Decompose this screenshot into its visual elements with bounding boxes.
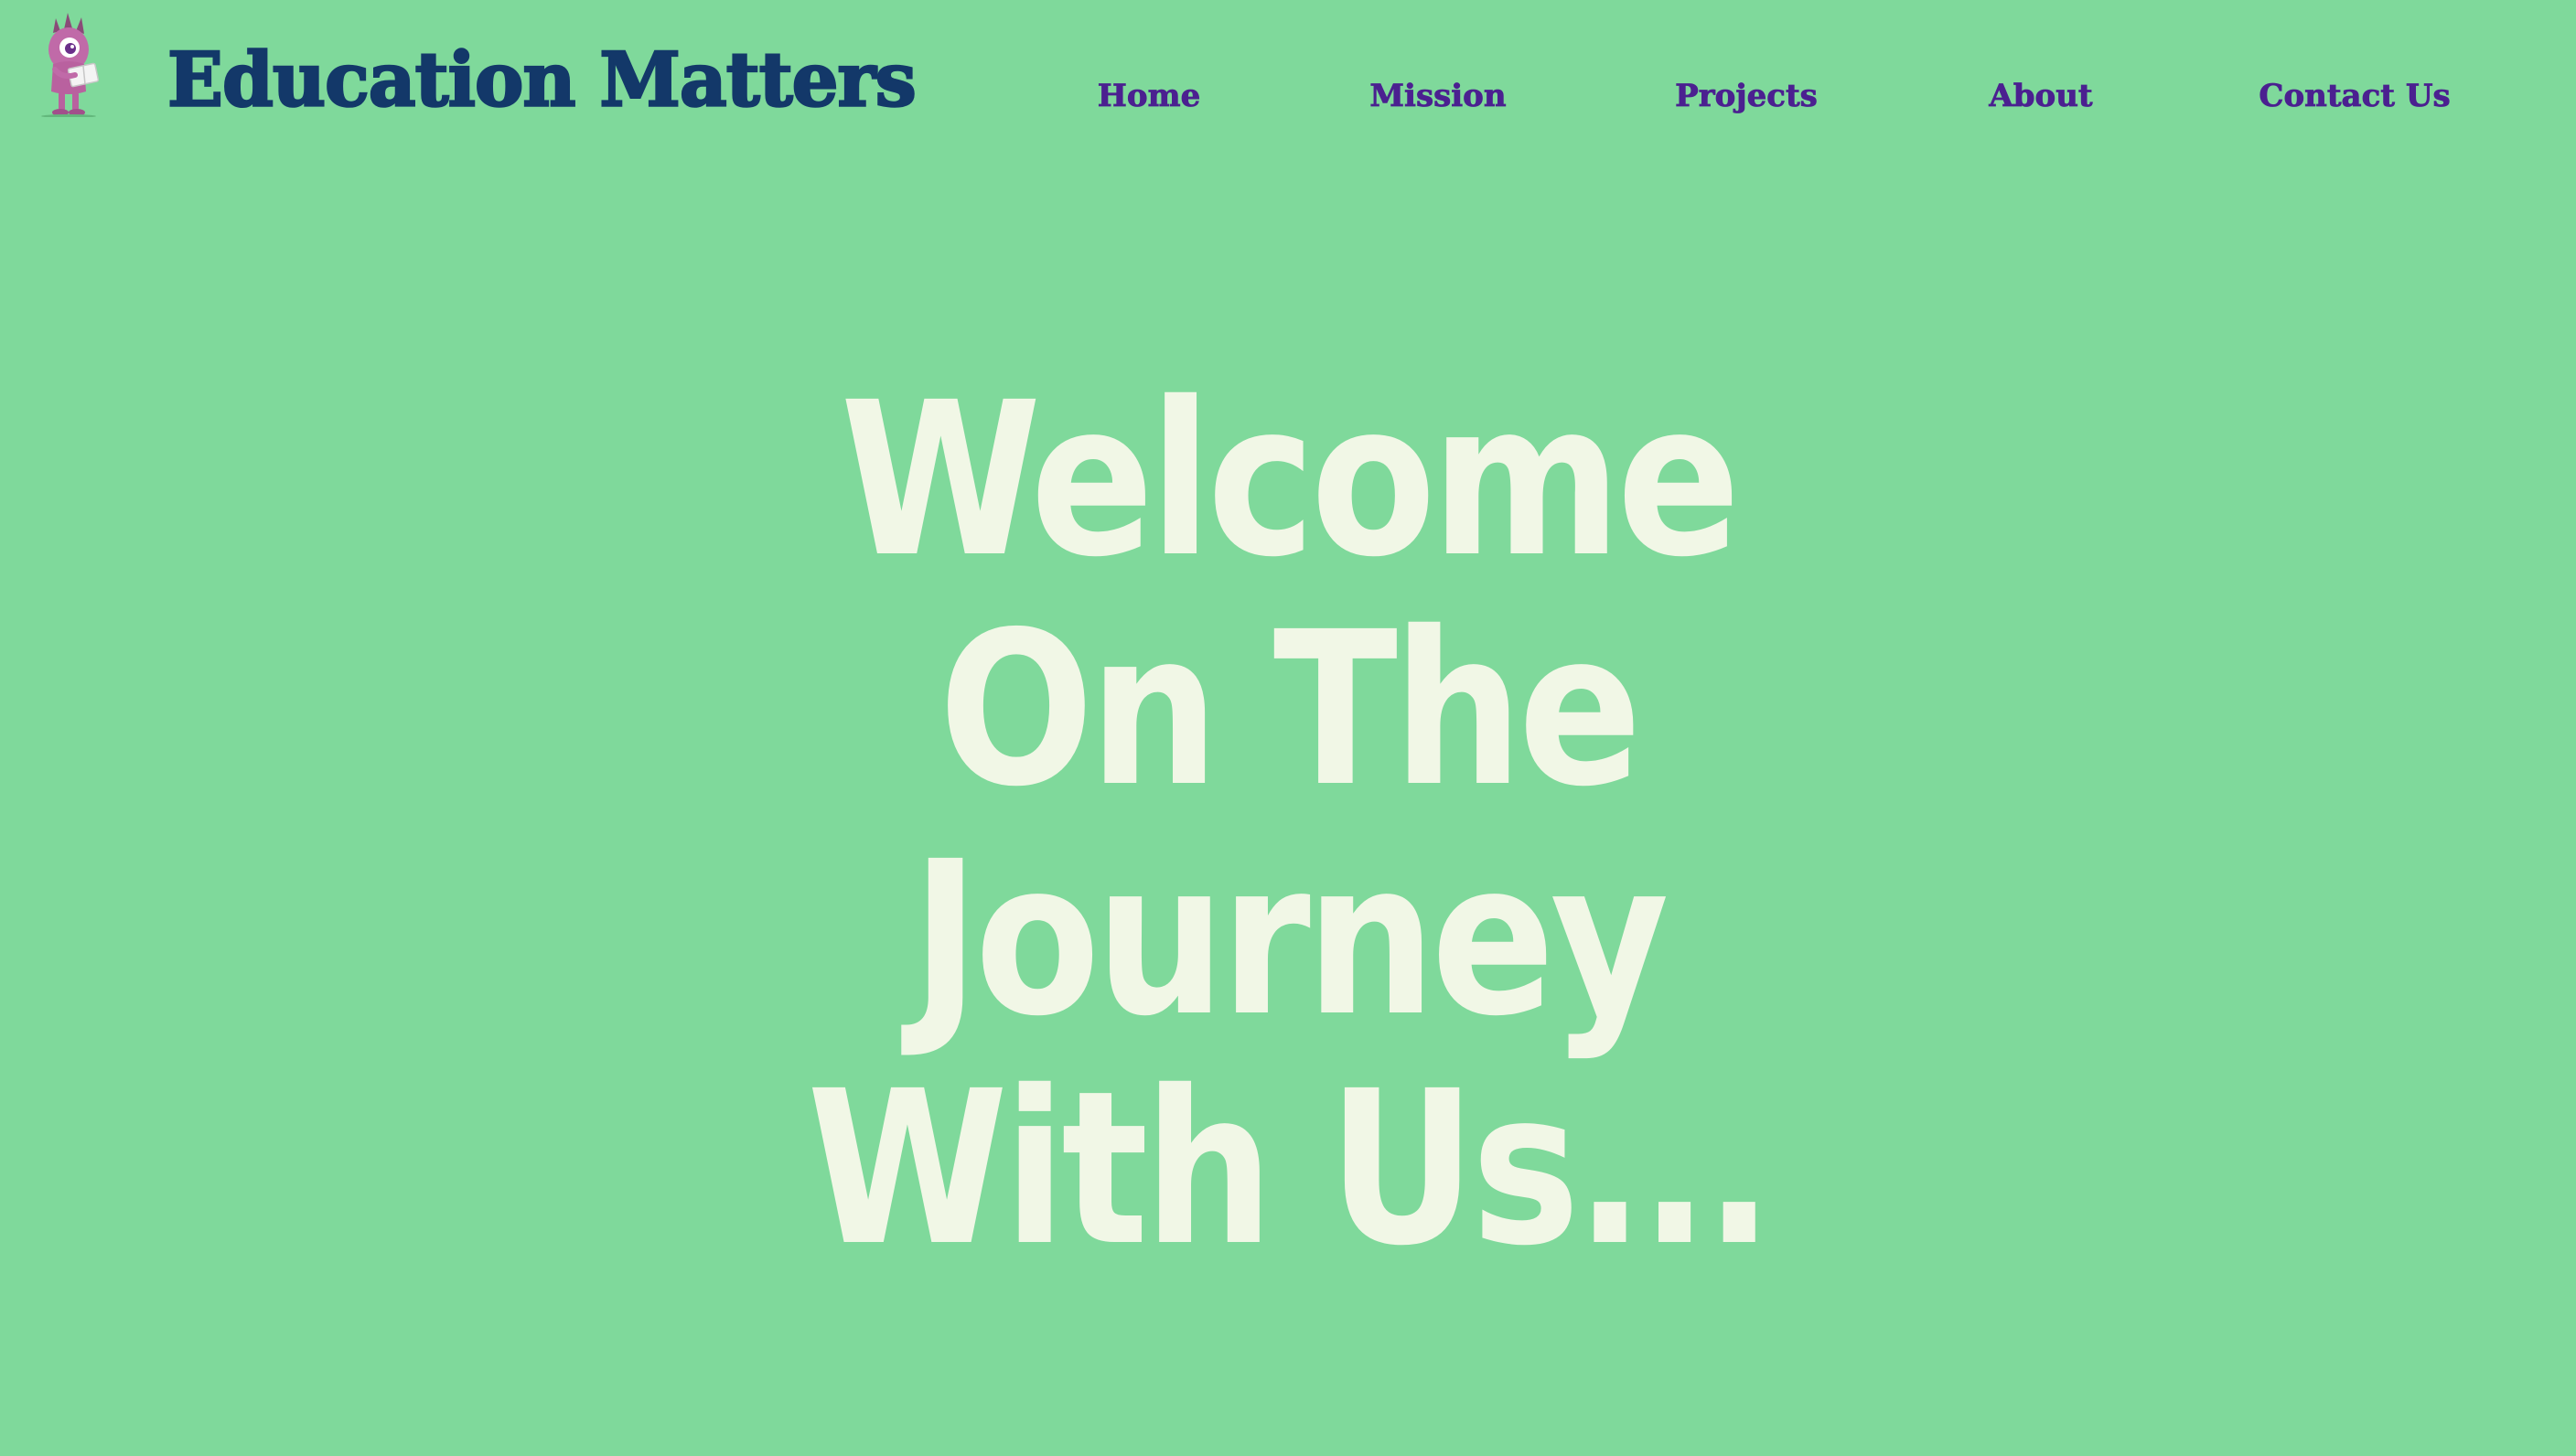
hero-heading-line-1: Welcome: [840, 357, 1740, 604]
hero-heading-line-4: With Us...: [807, 1045, 1774, 1292]
hero-heading-line-2: On The: [939, 586, 1642, 833]
nav-home-link[interactable]: Home: [1097, 80, 1200, 112]
nav-mission-link[interactable]: Mission: [1369, 80, 1507, 112]
main-nav: Home Mission Projects About Contact Us: [0, 80, 2576, 126]
hero-section: Welcome On The Journey With Us...: [0, 366, 2576, 1284]
nav-about-link[interactable]: About: [1989, 80, 2093, 112]
nav-contact-us-link[interactable]: Contact Us: [2259, 80, 2451, 112]
hero-heading-line-3: Journey: [911, 816, 1669, 1063]
site-header: Education Matters Home Mission Projects …: [0, 0, 2576, 183]
nav-projects-link[interactable]: Projects: [1675, 80, 1818, 112]
